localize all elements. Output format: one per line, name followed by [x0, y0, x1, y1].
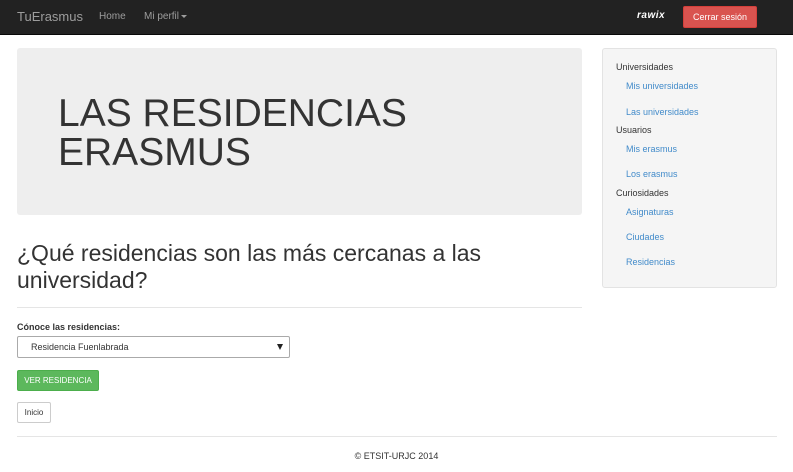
sidebar-header-curiosidades: Curiosidades: [616, 188, 669, 198]
select-value: Residencia Fuenlabrada: [31, 342, 129, 352]
sidebar-link-residencias[interactable]: Residencias: [626, 257, 675, 267]
sidebar-header-usuarios: Usuarios: [616, 125, 652, 135]
footer-text: © ETSIT-URJC 2014: [354, 451, 439, 461]
caret-down-icon: [181, 14, 188, 18]
sidebar-link-mis-erasmus[interactable]: Mis erasmus: [626, 144, 677, 154]
sidebar: Universidades Mis universidades Las univ…: [602, 48, 777, 288]
dropdown-arrow-icon: [277, 344, 283, 350]
sidebar-link-las-universidades[interactable]: Las universidades: [626, 107, 699, 117]
sidebar-link-mis-universidades[interactable]: Mis universidades: [626, 81, 698, 91]
select-label: Cónoce las residencias:: [17, 322, 121, 332]
nav-profile-dropdown[interactable]: Mi perfil: [144, 11, 188, 22]
view-residence-button[interactable]: VER RESIDENCIA: [17, 370, 99, 391]
username-label: rawix: [637, 10, 666, 21]
footer-divider: [17, 436, 777, 437]
nav-home-link[interactable]: Home: [99, 11, 126, 22]
jumbotron: LAS RESIDENCIAS ERASMUS: [17, 48, 582, 215]
section-heading: ¿Qué residencias son las más cercanas a …: [17, 240, 482, 293]
logout-button[interactable]: Cerrar sesión: [683, 6, 757, 28]
sidebar-link-asignaturas[interactable]: Asignaturas: [626, 207, 674, 217]
home-button[interactable]: Inicio: [17, 402, 51, 423]
divider: [17, 307, 582, 308]
top-navbar: TuErasmus Home Mi perfil rawix Cerrar se…: [0, 0, 793, 35]
sidebar-header-universidades: Universidades: [616, 62, 674, 72]
brand-link[interactable]: TuErasmus: [17, 9, 83, 24]
page-title: LAS RESIDENCIAS ERASMUS: [58, 92, 407, 174]
residence-select[interactable]: Residencia Fuenlabrada: [17, 336, 290, 358]
nav-profile-label: Mi perfil: [144, 11, 180, 22]
sidebar-link-los-erasmus[interactable]: Los erasmus: [626, 169, 678, 179]
sidebar-link-ciudades[interactable]: Ciudades: [626, 232, 664, 242]
